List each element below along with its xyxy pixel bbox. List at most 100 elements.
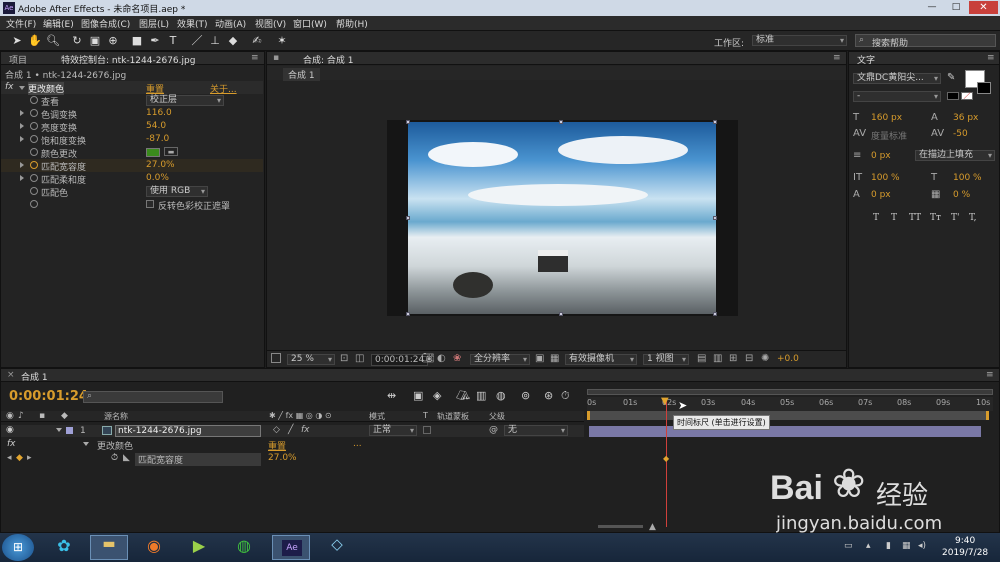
comp-canvas[interactable] [387, 120, 738, 316]
baseline-shift-value[interactable]: 0 px [871, 190, 891, 200]
layer-duration-bar[interactable] [589, 426, 981, 437]
zoom-in-icon[interactable]: ▲ [649, 522, 656, 532]
graph-editor-icon[interactable]: ⊚ [521, 389, 530, 402]
eyedropper-icon[interactable]: ▬ [164, 147, 178, 156]
effect-options-link[interactable]: ... [353, 439, 362, 449]
timeline-icon[interactable]: ⊞ [729, 353, 737, 364]
show-snapshot-icon[interactable]: ◐ [437, 353, 446, 364]
eraser-tool-icon[interactable]: ◆ [226, 34, 240, 48]
superscript-button[interactable]: T' [951, 213, 959, 223]
expand-icon[interactable] [20, 110, 24, 116]
expand-icon[interactable] [20, 162, 24, 168]
prop-value[interactable]: -87.0 [146, 134, 169, 144]
video-eye-icon[interactable]: ◉ [6, 411, 14, 421]
effect-reset-link[interactable]: 重置 [268, 439, 286, 452]
menu-composition[interactable]: 图像合成(C) [81, 17, 130, 30]
collapse-icon[interactable] [19, 86, 25, 90]
stopwatch-icon[interactable]: ⏱ [111, 453, 118, 463]
prop-value[interactable]: 54.0 [146, 121, 166, 131]
switch-collapse-icon[interactable]: ◇ [273, 425, 280, 435]
comp-mini-flowchart-icon[interactable]: ⇹ [387, 389, 396, 402]
zoom-tool-icon[interactable]: 🔍︎ [46, 34, 60, 48]
window-app-icon[interactable]: ◇ [318, 535, 356, 560]
stopwatch-icon[interactable] [30, 187, 38, 195]
time-navigator[interactable] [587, 389, 993, 395]
brush-tool-icon[interactable]: ／ [190, 34, 204, 48]
panel-menu-icon[interactable]: ≡ [251, 53, 259, 63]
keyframe-add-icon[interactable]: ◆ [16, 453, 23, 463]
subtab-comp[interactable]: 合成 1 [283, 68, 320, 81]
kerning-value[interactable]: 度量标准 [871, 129, 907, 142]
channel-icon[interactable]: ❀ [453, 353, 461, 364]
layer-row[interactable]: ◉ 1 ntk-1244-2676.jpg ◇ ╱ fx 正常 @ 无 [1, 425, 584, 437]
tab-composition[interactable]: 合成: 合成 1 [303, 53, 353, 66]
close-tab-icon[interactable]: × [7, 370, 15, 380]
video-eye-icon[interactable]: ◉ [6, 425, 14, 435]
label-icon[interactable]: ◆ [61, 411, 68, 421]
close-button[interactable]: ✕ [969, 1, 998, 14]
current-time-indicator[interactable] [666, 399, 667, 527]
col-t[interactable]: T [423, 411, 428, 420]
draft-3d-icon[interactable]: ◈ [433, 389, 441, 402]
clone-stamp-tool-icon[interactable]: ⊥ [208, 34, 222, 48]
minimize-button[interactable]: — [921, 2, 943, 14]
always-preview-icon[interactable] [271, 353, 281, 363]
after-effects-taskbar-button[interactable]: Ae [272, 535, 310, 560]
label-color[interactable] [66, 427, 73, 434]
prop-value[interactable]: 116.0 [146, 108, 172, 118]
menu-help[interactable]: 帮助(H) [336, 17, 368, 30]
zoom-slider[interactable] [598, 525, 643, 528]
col-track-matte[interactable]: 轨道蒙板 [437, 411, 469, 422]
panel-menu-icon[interactable]: ≡ [987, 53, 995, 63]
subscript-button[interactable]: T, [969, 213, 977, 223]
keyframe-nav-prev-icon[interactable]: ◂ [7, 453, 12, 463]
expand-icon[interactable] [20, 175, 24, 181]
all-caps-button[interactable]: TT [909, 213, 921, 223]
stopwatch-icon[interactable] [30, 109, 38, 117]
font-style-dropdown[interactable]: - [853, 91, 941, 102]
lock-icon[interactable]: ▪ [39, 411, 45, 421]
pickwhip-icon[interactable]: @ [489, 425, 498, 435]
region-of-interest-icon[interactable]: ▣ [535, 353, 544, 364]
hide-shy-icon[interactable]: ⛺︎ [456, 389, 470, 402]
zoom-dropdown[interactable]: 25 % [287, 354, 335, 365]
keyframe-nav-next-icon[interactable]: ▸ [27, 453, 32, 463]
property-row[interactable]: ◂ ◆ ▸ ⏱ ◣ 匹配宽容度 27.0% [1, 453, 584, 466]
vertical-scale-value[interactable]: 100 % [871, 173, 900, 183]
expand-effect-icon[interactable] [83, 442, 89, 446]
exposure-value[interactable]: +0.0 [777, 354, 799, 364]
effect-row[interactable]: fx 更改颜色 重置 ... [1, 439, 584, 452]
view-dropdown[interactable]: 校正层 [146, 95, 224, 106]
lock-icon[interactable]: ▪ [273, 53, 279, 63]
faux-italic-button[interactable]: T [891, 213, 897, 223]
firefox-icon[interactable]: ◉ [138, 536, 170, 559]
stroke-color-swatch[interactable] [977, 82, 991, 94]
resolution-dropdown[interactable]: 全分辨率 [470, 354, 530, 365]
menu-layer[interactable]: 图层(L) [139, 17, 169, 30]
prop-value[interactable]: 27.0% [146, 160, 175, 170]
motion-blur-icon[interactable]: ◍ [496, 389, 506, 402]
font-family-dropdown[interactable]: 文鼎DC黄阳尖... [853, 73, 941, 84]
menu-effect[interactable]: 效果(T) [177, 17, 208, 30]
col-parent[interactable]: 父级 [489, 411, 505, 422]
stopwatch-icon[interactable] [30, 96, 38, 104]
puppet-tool-icon[interactable]: ✶ [275, 34, 289, 48]
expand-icon[interactable] [20, 136, 24, 142]
menu-edit[interactable]: 编辑(E) [43, 17, 74, 30]
views-dropdown[interactable]: 1 视图 [643, 354, 689, 365]
graph-icon[interactable]: ◣ [123, 453, 130, 463]
toggle-pixel-aspect-icon[interactable]: ▤ [697, 353, 706, 364]
expand-layer-icon[interactable] [56, 428, 62, 432]
tracking-value[interactable]: -50 [953, 129, 968, 139]
stroke-width-value[interactable]: 0 px [871, 151, 891, 161]
start-button[interactable]: ⊞ [2, 534, 34, 561]
stroke-type-dropdown[interactable]: 在描边上填充 [915, 150, 995, 161]
timeline-search-input[interactable]: ⌕ [83, 391, 223, 403]
match-colors-dropdown[interactable]: 使用 RGB [146, 186, 208, 197]
menu-window[interactable]: 窗口(W) [293, 17, 327, 30]
frame-blending-icon[interactable]: ▥ [476, 389, 486, 402]
workspace-dropdown[interactable]: 标准 [752, 35, 847, 46]
small-caps-button[interactable]: Tт [930, 213, 941, 223]
layer-name[interactable]: ntk-1244-2676.jpg [115, 425, 261, 437]
live-update-icon[interactable]: ▣ [413, 389, 423, 402]
